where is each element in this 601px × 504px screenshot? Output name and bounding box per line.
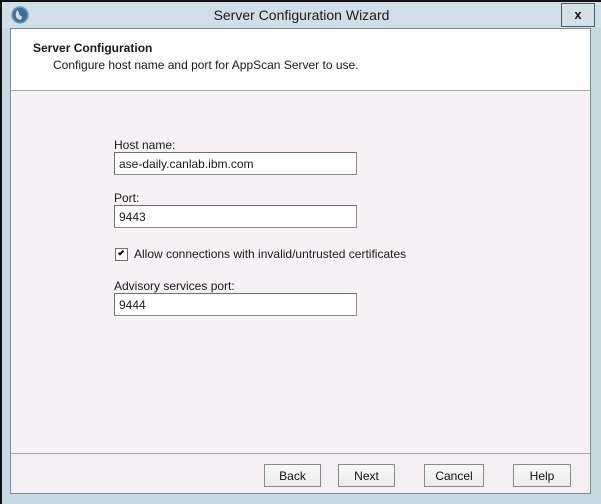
allow-invalid-certs-row[interactable]: Allow connections with invalid/untrusted… xyxy=(115,247,406,261)
cancel-button[interactable]: Cancel xyxy=(424,464,484,487)
port-input[interactable] xyxy=(114,205,357,228)
page-title: Server Configuration xyxy=(33,41,152,55)
close-button[interactable]: x xyxy=(561,3,595,27)
wizard-header: Server Configuration Configure host name… xyxy=(11,29,590,91)
host-name-label: Host name: xyxy=(114,138,175,152)
help-button[interactable]: Help xyxy=(513,464,571,487)
titlebar: Server Configuration Wizard x xyxy=(2,2,601,28)
advisory-port-label: Advisory services port: xyxy=(114,279,235,293)
allow-invalid-certs-checkbox[interactable] xyxy=(115,248,128,261)
advisory-port-input[interactable] xyxy=(114,293,357,316)
port-label: Port: xyxy=(114,191,139,205)
window-title: Server Configuration Wizard xyxy=(2,2,601,28)
button-bar: Back Next Cancel Help xyxy=(11,453,590,493)
close-x-icon: x xyxy=(574,7,581,22)
wizard-window: Server Configuration Wizard x Server Con… xyxy=(0,0,601,504)
page-subtitle: Configure host name and port for AppScan… xyxy=(53,58,359,72)
allow-invalid-certs-label: Allow connections with invalid/untrusted… xyxy=(134,247,406,261)
back-button[interactable]: Back xyxy=(264,464,321,487)
client-area: Server Configuration Configure host name… xyxy=(10,28,591,494)
next-button[interactable]: Next xyxy=(338,464,395,487)
host-name-input[interactable] xyxy=(114,152,357,175)
checkmark-icon xyxy=(118,249,124,255)
